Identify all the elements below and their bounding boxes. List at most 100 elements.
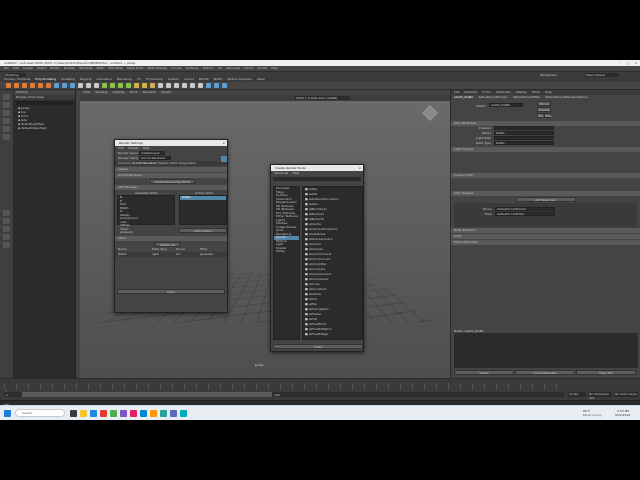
menu-item[interactable]: Select (37, 66, 46, 70)
shelf-tool-icon[interactable] (118, 83, 123, 88)
close-button[interactable]: Close (273, 344, 363, 349)
add-new-item-button[interactable]: Add New Item (515, 197, 576, 202)
menu-item[interactable]: Arnold (257, 66, 267, 70)
shelf-tool-icon[interactable] (134, 83, 139, 88)
shelf-tool-icon[interactable] (174, 83, 179, 88)
available-aovs-list[interactable]: N P Pref RGBA Zalbedo background coat diffuse di… (117, 195, 175, 234)
aov-table-row[interactable]: RGBA rgba exr gaussian (115, 252, 227, 257)
anim-layer-select[interactable]: No Anim Layer (614, 392, 638, 397)
menu-item[interactable]: Mesh Display (147, 66, 167, 70)
app-icon[interactable] (160, 410, 167, 417)
close-icon[interactable]: × (358, 165, 361, 171)
close-icon[interactable]: × (222, 140, 225, 146)
shelf-tool-icon[interactable] (94, 83, 99, 88)
add-custom-button[interactable]: Add Custom (179, 228, 227, 233)
menu-item[interactable]: Create (23, 66, 33, 70)
create-render-node-titlebar[interactable]: Create Render Node × (271, 165, 363, 171)
shelf-tool-icon[interactable] (62, 83, 67, 88)
shelf-tab[interactable]: Motion Graphics (227, 77, 251, 81)
menu-item[interactable]: Curves (171, 66, 181, 70)
char-set-select[interactable]: No Character Set (588, 392, 612, 400)
shelf-tab[interactable]: FX Caching (146, 77, 163, 81)
node-list[interactable]: ■ aiAbs ■ aiAdd ■ aiAmbientOcclusion ■ aiAt… (302, 186, 363, 340)
layout-single-icon[interactable] (3, 210, 10, 216)
node-search-input[interactable] (273, 177, 361, 181)
ae-menu-item[interactable]: Selected (464, 90, 477, 94)
hide-button[interactable]: Hide (544, 113, 552, 118)
available-aov-item[interactable]: emission (118, 230, 174, 235)
layout-side-icon[interactable] (3, 226, 10, 232)
shelf-tool-icon[interactable] (110, 83, 115, 88)
shelf-tool-icon[interactable] (22, 83, 27, 88)
shelf-tool-icon[interactable] (206, 83, 211, 88)
menu-item[interactable]: Modify (50, 66, 60, 70)
dialog-menu-item[interactable]: Help (292, 171, 299, 175)
app-icon[interactable] (120, 410, 127, 417)
menu-item[interactable]: UV (218, 66, 222, 70)
search-icon[interactable] (3, 242, 10, 248)
show-button[interactable]: Show (537, 113, 546, 118)
ae-section-extra-attributes[interactable]: Extra Attributes (451, 240, 640, 245)
shelf-tab[interactable]: Curves / Surfaces (4, 77, 30, 81)
task-view-icon[interactable] (70, 410, 77, 417)
move-tool-icon[interactable] (3, 118, 10, 124)
shelf-tool-icon[interactable] (214, 83, 219, 88)
menu-item[interactable]: Deform (203, 66, 214, 70)
menu-item[interactable]: Cache (244, 66, 253, 70)
ae-menu-item[interactable]: Display (516, 90, 527, 94)
active-aov-item[interactable]: RGBA (180, 195, 226, 200)
scale-tool-icon[interactable] (3, 134, 10, 140)
viewcube-icon[interactable] (422, 105, 438, 121)
shelf-tool-icon[interactable] (14, 83, 19, 88)
range-slider[interactable]: 1 120 (4, 392, 564, 397)
shelf-tool-icon[interactable] (46, 83, 51, 88)
chrome-icon[interactable] (100, 410, 107, 417)
range-bar[interactable] (22, 392, 272, 397)
focus-button[interactable]: Focus (537, 101, 551, 106)
dialog-menu-item[interactable]: Edit (118, 146, 124, 150)
ae-node-tab[interactable]: defaultArnoldDriver (478, 95, 508, 99)
ae-section-uuid[interactable]: UUID (451, 234, 640, 239)
outliner-layout-icon[interactable] (3, 234, 10, 240)
menu-item[interactable]: File (4, 66, 9, 70)
render-settings-tab[interactable]: AOVs (170, 161, 179, 165)
ae-select-button[interactable]: Select (454, 370, 514, 375)
shelf-tool-icon[interactable] (86, 83, 91, 88)
render-settings-tab[interactable]: System (158, 161, 170, 165)
shelf-tool-icon[interactable] (142, 83, 147, 88)
render-settings-tab[interactable]: Diagnostics (179, 161, 196, 165)
fps-select[interactable]: 24 fps (568, 392, 586, 397)
shelf-tab[interactable]: Rigging (80, 77, 91, 81)
shelf-tab[interactable]: MASH (214, 77, 223, 81)
close-button[interactable]: Close (117, 289, 225, 294)
shelf-tab[interactable]: Arnold (184, 77, 194, 81)
menu-item[interactable]: Edit Mesh (108, 66, 123, 70)
shelf-tab[interactable]: Sculpting (61, 77, 75, 81)
ae-section-node-behavior[interactable]: Node Behavior (451, 228, 640, 233)
ae-menu-item[interactable]: Help (545, 90, 552, 94)
render-icon[interactable] (221, 156, 227, 162)
app-icon[interactable] (110, 410, 117, 417)
node-category-tree[interactable]: Favorites Maya Surface Volumetric Displaceme… (273, 186, 300, 340)
start-icon[interactable] (4, 410, 11, 417)
edge-icon[interactable] (90, 410, 97, 417)
render-settings-tab[interactable]: Common (118, 161, 132, 165)
maya-icon[interactable] (180, 410, 187, 417)
presets-button[interactable]: Presets (537, 107, 551, 112)
app-icon[interactable] (140, 410, 147, 417)
active-aovs-list[interactable]: RGBA (179, 195, 227, 225)
shelf-tool-icon[interactable] (166, 83, 171, 88)
dialog-menu-item[interactable]: Shortcuts (274, 171, 288, 175)
shelf-tool-icon[interactable] (126, 83, 131, 88)
ae-node-tab[interactable]: defaultArnoldFilter (513, 95, 541, 99)
time-slider[interactable]: 1 1 120 24 fps No Character Set No Anim … (0, 378, 640, 400)
dialog-menu-item[interactable]: Help (143, 146, 150, 150)
viewport-menu-item[interactable]: Renderer (143, 90, 157, 94)
shelf-tab[interactable]: Bifrost (199, 77, 209, 81)
shelf-tool-icon[interactable] (30, 83, 35, 88)
ae-load-attributes-button[interactable]: Load Attributes (515, 370, 575, 375)
shelf-tool-icon[interactable] (158, 83, 163, 88)
render-using-select[interactable]: Arnold Renderer (139, 156, 172, 160)
menu-item[interactable]: Display (64, 66, 75, 70)
shelf-tool-icon[interactable] (198, 83, 203, 88)
